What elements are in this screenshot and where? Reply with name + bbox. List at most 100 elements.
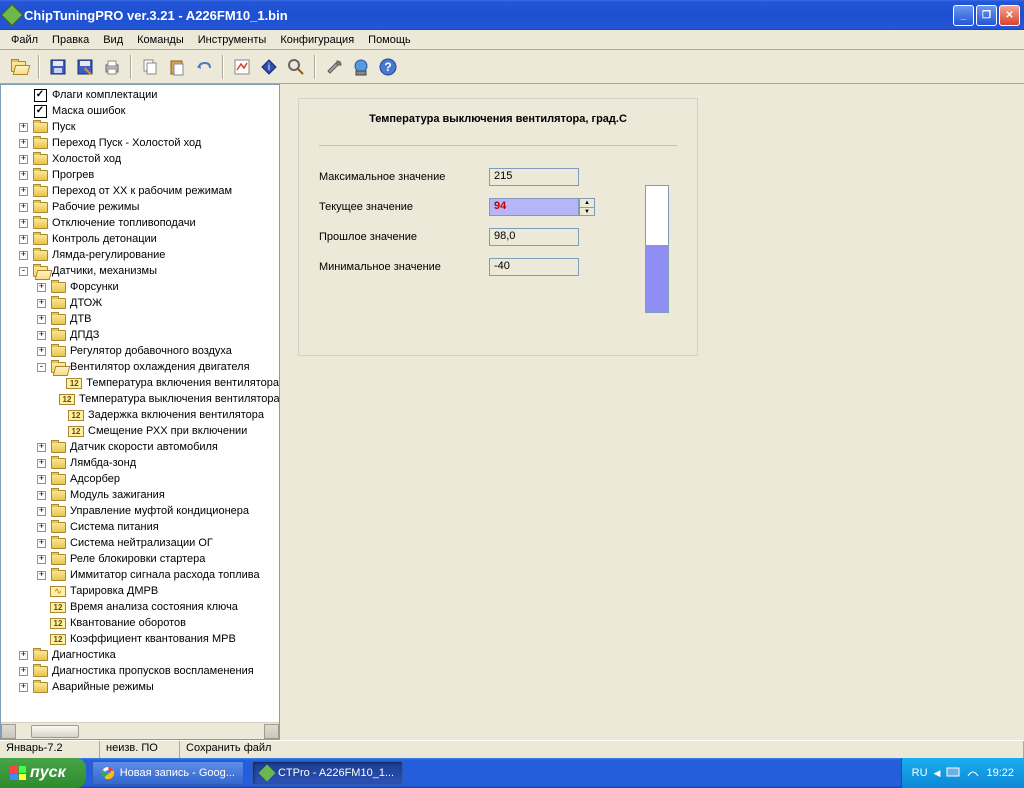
tree-item[interactable]: +Управление муфтой кондиционера xyxy=(1,503,279,519)
tree-item[interactable]: ✓Маска ошибок xyxy=(1,103,279,119)
expand-toggle[interactable]: + xyxy=(19,651,28,660)
expand-toggle[interactable]: + xyxy=(19,187,28,196)
tree-item[interactable]: ∿Тарировка ДМРВ xyxy=(1,583,279,599)
tray-monitor-icon[interactable] xyxy=(946,766,960,780)
expand-toggle[interactable]: + xyxy=(37,299,46,308)
tree-hscroll[interactable] xyxy=(1,722,279,739)
value-spinner[interactable]: ▲▼ xyxy=(579,198,595,216)
tree-item[interactable]: +ДПДЗ xyxy=(1,327,279,343)
tree-item[interactable]: +ДТОЖ xyxy=(1,295,279,311)
tree-item[interactable]: 12Время анализа состояния ключа xyxy=(1,599,279,615)
tree-item[interactable]: +Система питания xyxy=(1,519,279,535)
expand-toggle[interactable]: - xyxy=(37,363,46,372)
tree-item[interactable]: +Диагностика пропусков воспламенения xyxy=(1,663,279,679)
expand-toggle[interactable]: + xyxy=(37,443,46,452)
menu-help[interactable]: Помощь xyxy=(361,32,418,48)
tree-item[interactable]: +Холостой ход xyxy=(1,151,279,167)
help-button[interactable]: ? xyxy=(376,55,400,79)
current-value-input[interactable]: 94 xyxy=(489,198,579,216)
expand-toggle[interactable]: + xyxy=(19,667,28,676)
tree-item[interactable]: 12Квантование оборотов xyxy=(1,615,279,631)
paste-button[interactable] xyxy=(165,55,189,79)
tree-item[interactable]: 12Температура выключения вентилятора xyxy=(1,391,279,407)
expand-toggle[interactable]: - xyxy=(19,267,28,276)
expand-toggle[interactable]: + xyxy=(19,155,28,164)
expand-toggle[interactable]: + xyxy=(37,347,46,356)
tree-item[interactable]: +Форсунки xyxy=(1,279,279,295)
menu-view[interactable]: Вид xyxy=(96,32,130,48)
tree-item[interactable]: +Пуск xyxy=(1,119,279,135)
expand-toggle[interactable]: + xyxy=(37,315,46,324)
expand-toggle[interactable]: + xyxy=(37,523,46,532)
expand-toggle[interactable]: + xyxy=(37,491,46,500)
close-button[interactable]: ✕ xyxy=(999,5,1020,26)
minimize-button[interactable]: _ xyxy=(953,5,974,26)
expand-toggle[interactable]: + xyxy=(19,251,28,260)
expand-toggle[interactable]: + xyxy=(19,139,28,148)
expand-toggle[interactable]: + xyxy=(37,459,46,468)
tree-item[interactable]: -Датчики, механизмы xyxy=(1,263,279,279)
tray-wifi-icon[interactable] xyxy=(966,766,980,780)
tree-item[interactable]: +Реле блокировки стартера xyxy=(1,551,279,567)
tree-item[interactable]: 12Задержка включения вентилятора xyxy=(1,407,279,423)
tree-item[interactable]: +Регулятор добавочного воздуха xyxy=(1,343,279,359)
tree-item[interactable]: 12Смещение РХХ при включении xyxy=(1,423,279,439)
tree-item[interactable]: +Система нейтрализации ОГ xyxy=(1,535,279,551)
expand-toggle[interactable]: + xyxy=(19,235,28,244)
expand-toggle[interactable]: + xyxy=(19,171,28,180)
expand-toggle[interactable]: + xyxy=(37,507,46,516)
taskbar-item-ctpro[interactable]: CTPro - A226FM10_1... xyxy=(252,761,403,785)
tree-item[interactable]: +Аварийные режимы xyxy=(1,679,279,693)
expand-toggle[interactable]: + xyxy=(19,683,28,692)
undo-button[interactable] xyxy=(192,55,216,79)
tree-item[interactable]: +Датчик скорости автомобиля xyxy=(1,439,279,455)
tree-item[interactable]: 12Коэффициент квантования МРВ xyxy=(1,631,279,647)
expand-toggle[interactable]: + xyxy=(19,203,28,212)
tree-item[interactable]: +Рабочие режимы xyxy=(1,199,279,215)
tree-item[interactable]: +Лямбда-зонд xyxy=(1,455,279,471)
taskbar-item-chrome[interactable]: Новая запись - Goog... xyxy=(92,761,244,785)
tray-chevron-icon[interactable]: ◀ xyxy=(934,768,941,779)
start-button[interactable]: пуск xyxy=(0,758,86,788)
copy-button[interactable] xyxy=(138,55,162,79)
expand-toggle[interactable]: + xyxy=(19,123,28,132)
system-tray[interactable]: RU ◀ 19:22 xyxy=(901,758,1024,788)
tree-item[interactable]: ✓Флаги комплектации xyxy=(1,87,279,103)
menu-edit[interactable]: Правка xyxy=(45,32,96,48)
tree-item[interactable]: +Переход от XX к рабочим режимам xyxy=(1,183,279,199)
save-as-button[interactable] xyxy=(73,55,97,79)
tree-item[interactable]: +Модуль зажигания xyxy=(1,487,279,503)
maximize-button[interactable]: ❐ xyxy=(976,5,997,26)
tree-item[interactable]: -Вентилятор охлаждения двигателя xyxy=(1,359,279,375)
tree-item[interactable]: +Отключение топливоподачи xyxy=(1,215,279,231)
expand-toggle[interactable]: + xyxy=(37,555,46,564)
chart-button[interactable] xyxy=(230,55,254,79)
tools-button[interactable] xyxy=(322,55,346,79)
network-button[interactable] xyxy=(349,55,373,79)
tree-item[interactable]: +Адсорбер xyxy=(1,471,279,487)
expand-toggle[interactable]: + xyxy=(37,283,46,292)
tree-item[interactable]: +Лямда-регулирование xyxy=(1,247,279,263)
menu-tools[interactable]: Инструменты xyxy=(191,32,274,48)
open-button[interactable]: ▾ xyxy=(8,55,32,79)
lang-indicator[interactable]: RU xyxy=(912,767,928,779)
tree-item[interactable]: +Контроль детонации xyxy=(1,231,279,247)
tree-item[interactable]: +Прогрев xyxy=(1,167,279,183)
tree-item[interactable]: +Диагностика xyxy=(1,647,279,663)
print-button[interactable] xyxy=(100,55,124,79)
menu-commands[interactable]: Команды xyxy=(130,32,191,48)
expand-toggle[interactable]: + xyxy=(37,331,46,340)
menu-config[interactable]: Конфигурация xyxy=(273,32,361,48)
tree-item[interactable]: +Иммитатор сигнала расхода топлива xyxy=(1,567,279,583)
tree-item[interactable]: +ДТВ xyxy=(1,311,279,327)
expand-toggle[interactable]: + xyxy=(37,539,46,548)
expand-toggle[interactable]: + xyxy=(37,571,46,580)
clock[interactable]: 19:22 xyxy=(986,767,1014,779)
tree-item[interactable]: 12Температура включения вентилятора xyxy=(1,375,279,391)
expand-toggle[interactable]: + xyxy=(37,475,46,484)
expand-toggle[interactable]: + xyxy=(19,219,28,228)
menu-file[interactable]: Файл xyxy=(4,32,45,48)
tree-item[interactable]: +Переход Пуск - Холостой ход xyxy=(1,135,279,151)
search-button[interactable] xyxy=(284,55,308,79)
save-button[interactable] xyxy=(46,55,70,79)
